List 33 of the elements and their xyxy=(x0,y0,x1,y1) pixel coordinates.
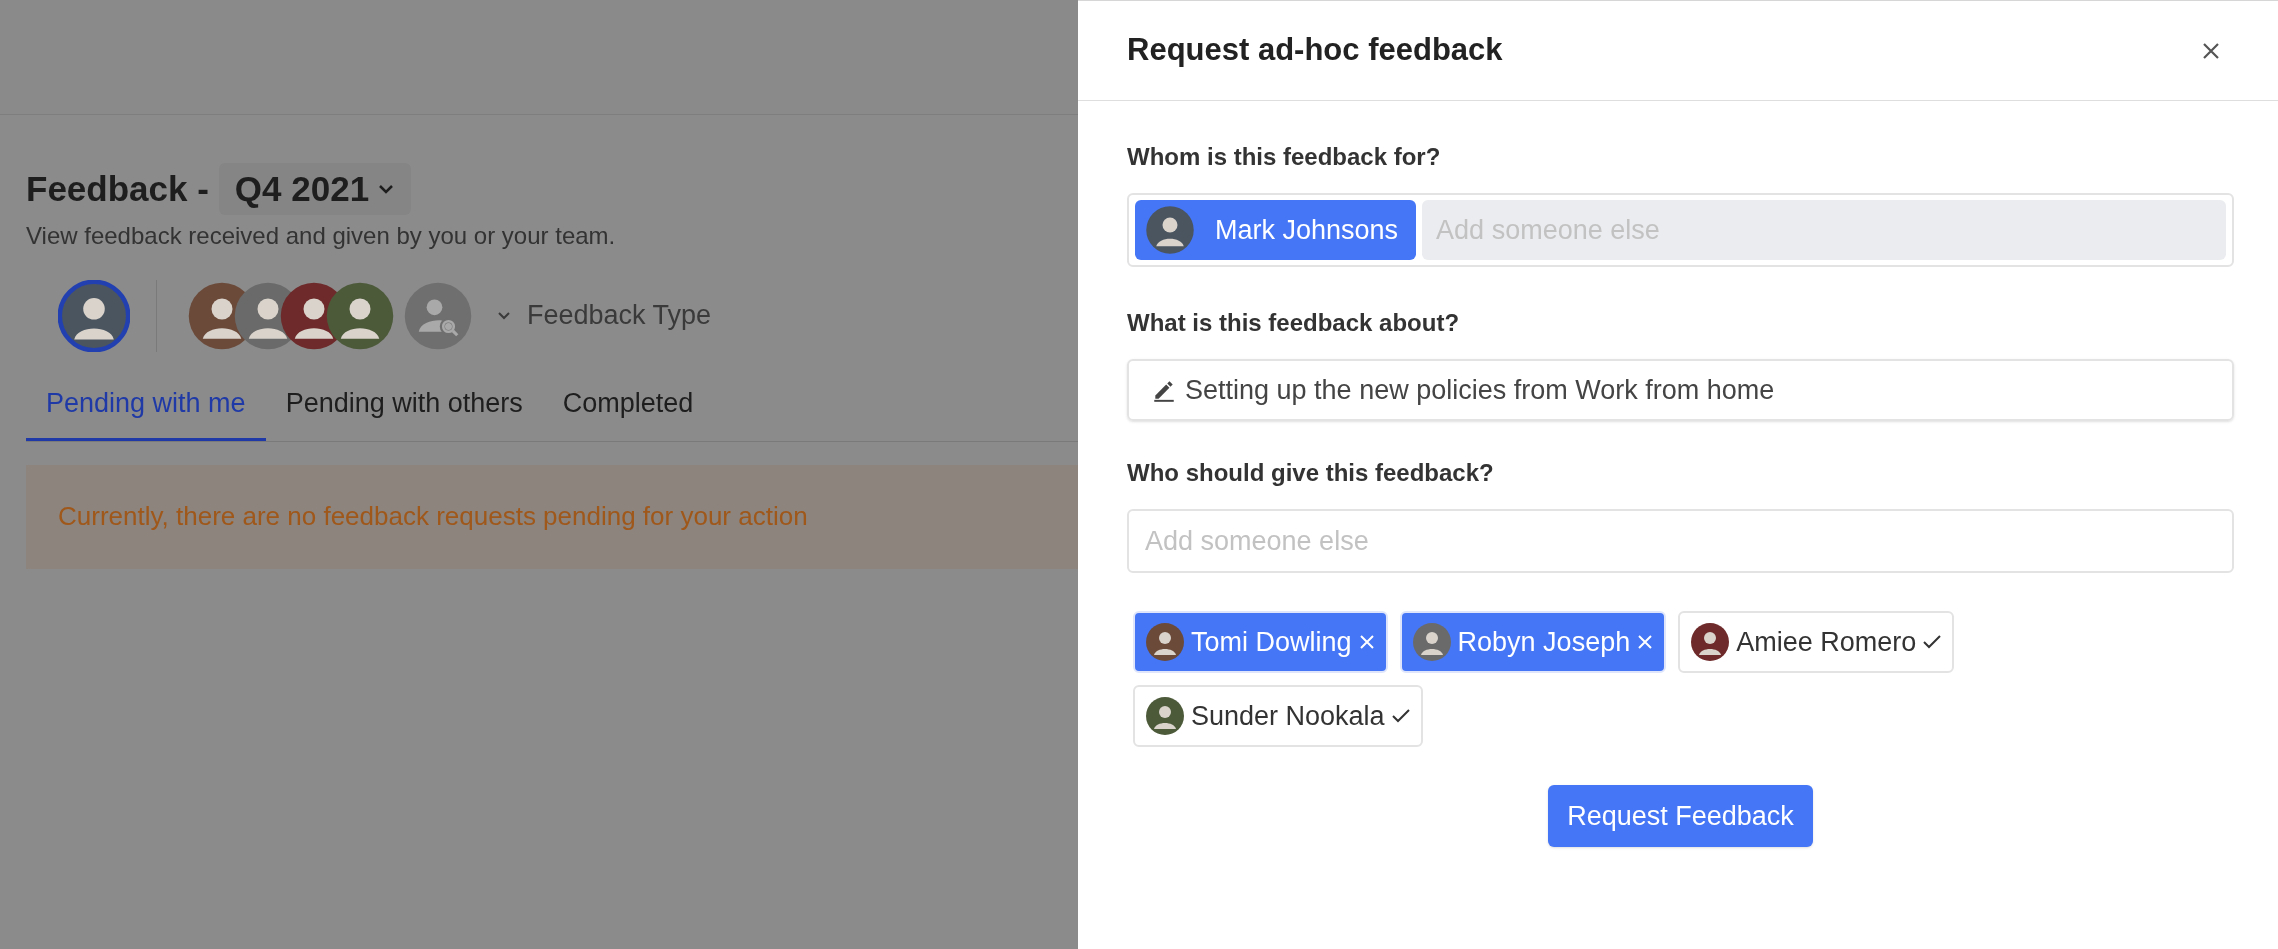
tab[interactable]: Completed xyxy=(542,383,714,441)
field-label: Who should give this feedback? xyxy=(1127,458,1495,488)
page-subtitle: View feedback received and given by you or your team. xyxy=(26,220,617,251)
field-label: Whom is this feedback for? xyxy=(1127,142,1442,172)
field-label: What is this feedback about? xyxy=(1127,308,1461,338)
person-chip[interactable]: Amiee Romero xyxy=(1678,611,1955,673)
avatar-icon xyxy=(1145,696,1185,736)
close-icon xyxy=(1636,633,1655,651)
avatar-icon xyxy=(1145,205,1195,255)
page-title: Feedback - xyxy=(26,168,209,210)
person-chip[interactable]: Sunder Nookala xyxy=(1133,685,1423,747)
person-chip[interactable]: Mark Johnsons xyxy=(1135,200,1417,260)
chevron-down-icon xyxy=(377,183,396,196)
request-feedback-button[interactable]: Request Feedback xyxy=(1548,785,1813,847)
person-chip[interactable]: Tomi Dowling xyxy=(1133,611,1388,673)
tab[interactable]: Pending with others xyxy=(265,383,543,441)
period-dropdown[interactable]: Q4 2021 xyxy=(218,163,412,216)
panel-title: Request ad-hoc feedback xyxy=(1127,31,1503,70)
check-icon xyxy=(1390,708,1411,724)
feedback-type-filter[interactable]: Feedback Type xyxy=(497,295,712,336)
chevron-down-icon xyxy=(497,310,511,321)
close-icon xyxy=(1357,633,1376,651)
topic-field[interactable]: Setting up the new policies from Work from home xyxy=(1127,359,2234,421)
avatar-icon xyxy=(1145,622,1185,662)
avatar-icon xyxy=(1690,622,1731,662)
topic-input[interactable]: Setting up the new policies from Work from home xyxy=(1185,369,2210,411)
close-icon xyxy=(2201,40,2221,61)
add-person-input[interactable]: Add someone else xyxy=(1127,509,2234,573)
alert-message: Currently, there are no feedback requests pending for your action xyxy=(58,500,808,533)
person-chip[interactable]: Robyn Joseph xyxy=(1399,611,1667,673)
tab[interactable]: Pending with me xyxy=(26,383,266,441)
check-icon xyxy=(1922,634,1943,650)
avatar-icon xyxy=(1411,622,1452,662)
